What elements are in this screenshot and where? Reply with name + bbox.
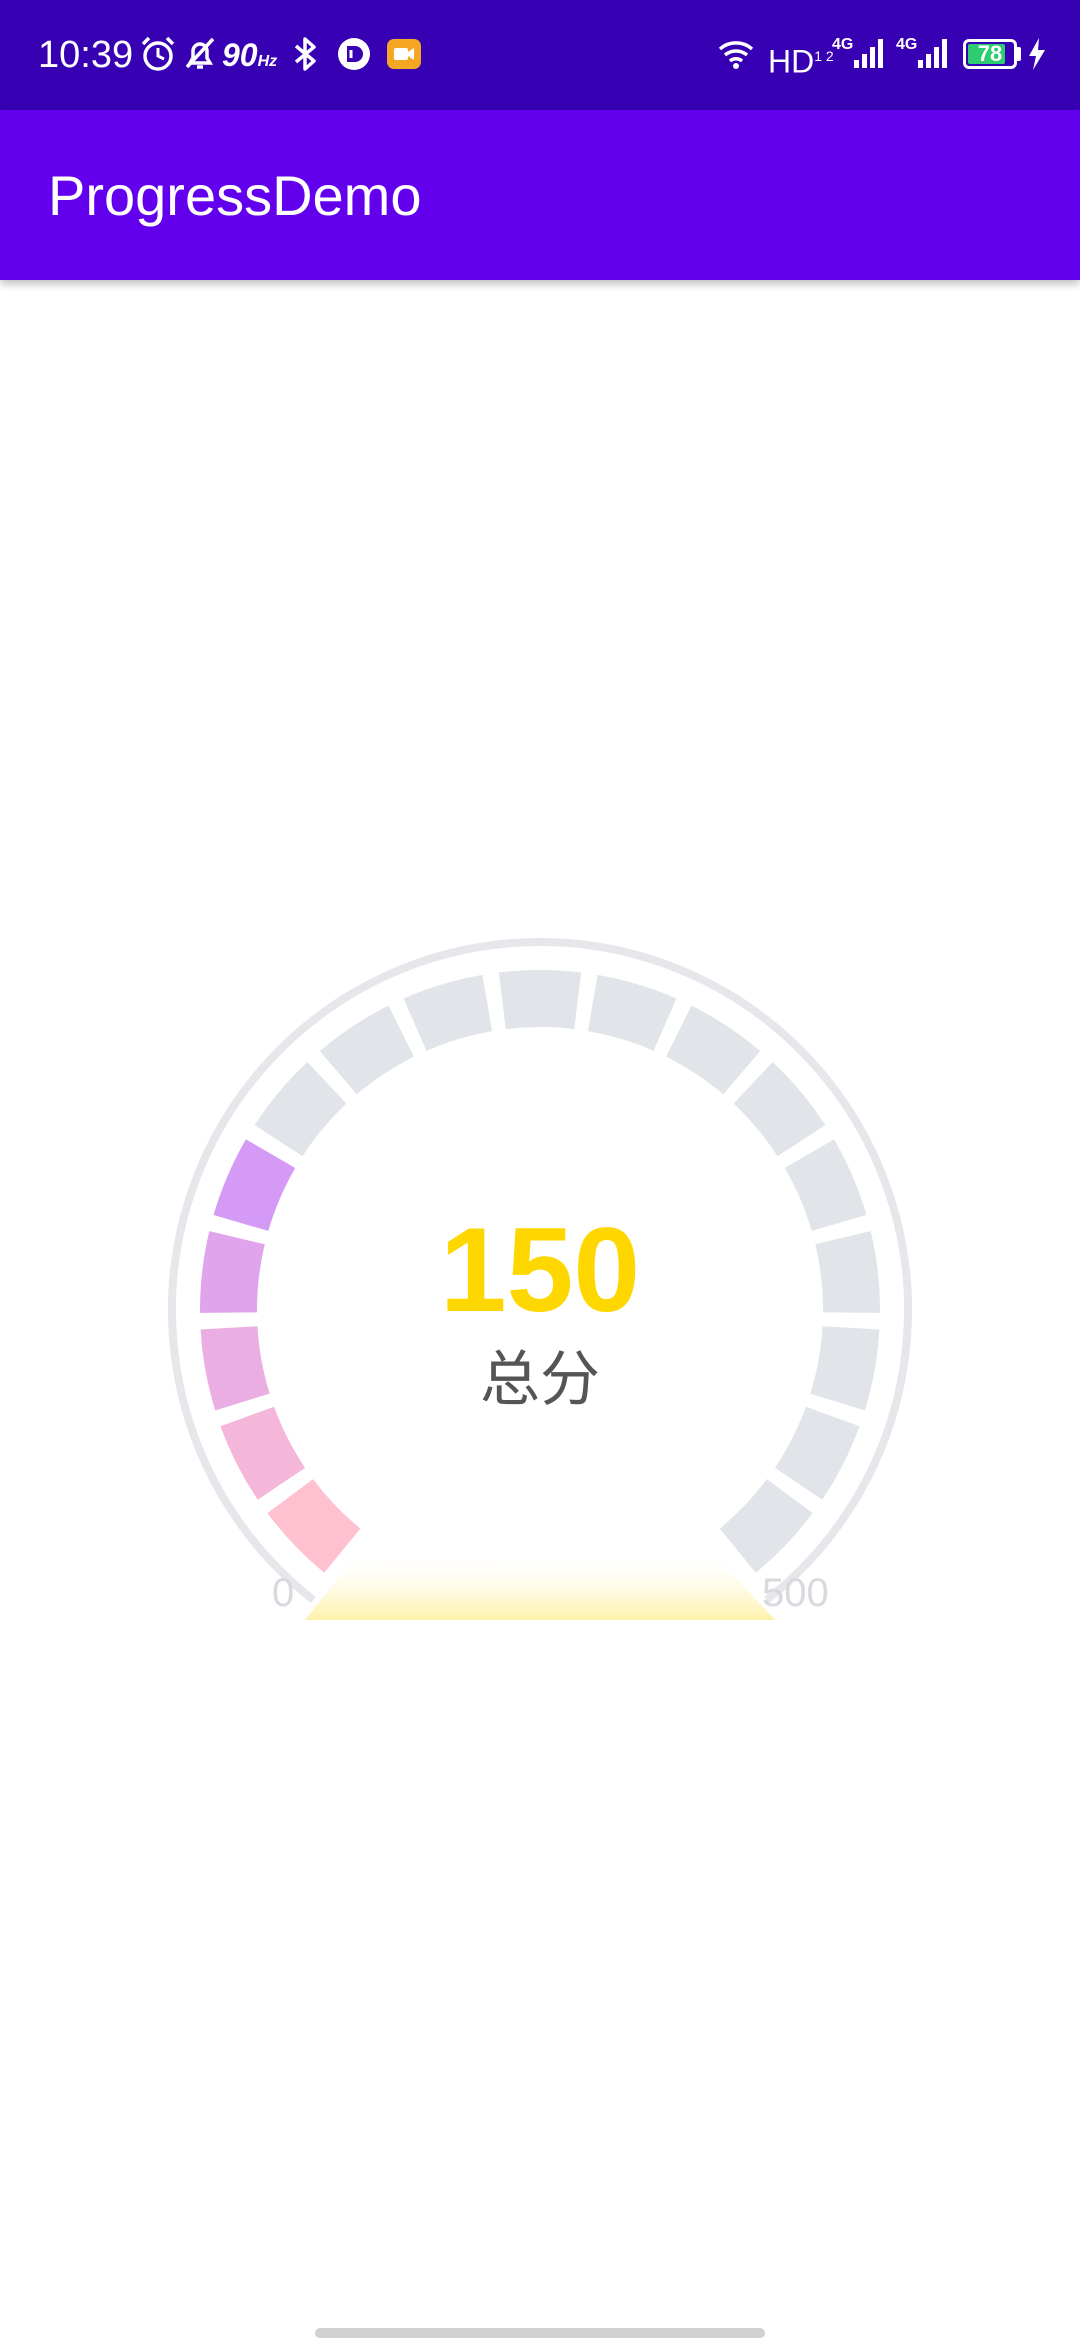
gauge-segment-active: [213, 1139, 296, 1231]
gauge-segment-active: [200, 1231, 265, 1313]
gauge-segment-inactive: [254, 1062, 347, 1157]
network-hd-indicator: HD1 2: [768, 43, 834, 80]
gauge-segment-inactive: [784, 1139, 867, 1231]
status-time: 10:39: [38, 34, 134, 76]
bluetooth-icon: [294, 37, 316, 71]
notification-off-icon: [185, 37, 215, 69]
gauge-base-glow: [305, 1550, 775, 1620]
video-record-icon: [387, 39, 421, 69]
gauge-segment-inactive: [774, 1406, 860, 1500]
gauge-segment-inactive: [498, 970, 582, 1030]
gauge-segment-inactive: [319, 1005, 414, 1095]
gauge-segment-inactive: [666, 1005, 761, 1095]
signal-type-1: 4G: [832, 36, 854, 53]
score-label: 总分: [480, 1345, 600, 1415]
battery-icon: 78: [963, 39, 1017, 69]
battery-level: 78: [977, 41, 1003, 66]
wifi-icon: [718, 41, 754, 69]
signal-type-2: 4G: [896, 36, 918, 53]
app-title: ProgressDemo: [48, 164, 422, 227]
score-gauge: 150 总分 0 500: [0, 900, 1080, 1700]
gauge-segment-inactive: [815, 1231, 880, 1313]
gauge-segment-active: [200, 1326, 270, 1411]
gauge-segment-inactive: [719, 1479, 813, 1573]
gauge-segment-active: [220, 1406, 306, 1500]
refresh-rate: 90Hz: [222, 37, 278, 73]
app-notification-icon: [338, 38, 370, 70]
alarm-icon: [141, 36, 175, 71]
status-bar: 10:39 90Hz HD1 2 4G 4G 78: [0, 0, 1080, 110]
gauge-max-label: 500: [762, 1571, 829, 1615]
gauge-segment-inactive: [403, 974, 493, 1051]
score-value: 150: [439, 1203, 641, 1337]
gauge-segment-inactive: [810, 1326, 880, 1411]
charging-icon: [1029, 38, 1045, 70]
signal-icon: [918, 39, 947, 68]
gauge-segment-inactive: [587, 974, 677, 1051]
app-bar: ProgressDemo: [0, 110, 1080, 280]
signal-icon: [854, 39, 883, 68]
gauge-segment-inactive: [733, 1062, 826, 1157]
battery-tip: [1017, 47, 1021, 61]
gauge-min-label: 0: [272, 1571, 295, 1615]
gauge-segment-active: [267, 1479, 361, 1573]
home-indicator[interactable]: [315, 2328, 765, 2338]
